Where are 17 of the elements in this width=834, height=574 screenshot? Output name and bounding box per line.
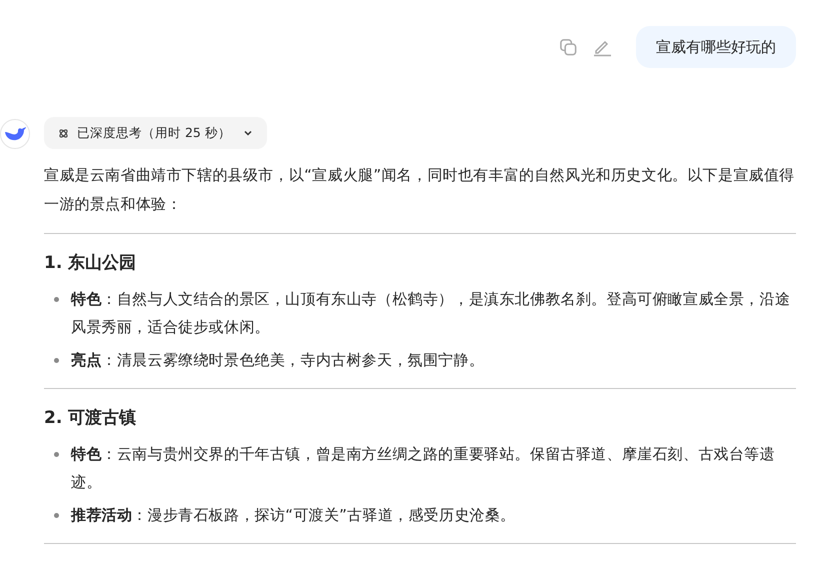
bullet-text: 亮点：清晨云雾缭绕时景色绝美，寺内古树参天，氛围宁静。: [71, 350, 486, 371]
whale-avatar-icon: [0, 119, 30, 149]
bullet-dot: [54, 452, 59, 457]
user-message: 宣威有哪些好玩的: [636, 26, 796, 68]
bullet-dot: [54, 358, 59, 363]
bullet-text: 推荐活动：漫步青石板路，探访“可渡关”古驿道，感受历史沧桑。: [71, 505, 517, 526]
copy-icon[interactable]: [559, 38, 578, 56]
bullet-text: 特色：云南与贵州交界的千年古镇，曾是南方丝绸之路的重要驿站。保留古驿道、摩崖石刻、古戏台等遗迹。: [71, 444, 776, 493]
chevron-down-icon: [242, 128, 253, 138]
bullet-dot: [54, 513, 59, 518]
atom-icon: [58, 128, 69, 138]
section-heading: 2. 可渡古镇: [44, 407, 138, 430]
thinking-toggle[interactable]: 已深度思考（用时 25 秒）: [44, 117, 267, 149]
bullet-text: 特色：自然与人文结合的景区，山顶有东山寺（松鹤寺），是滇东北佛教名刹。登高可俯瞰宣威全景，沿途风景秀丽，适合徒步或休闲。: [71, 289, 792, 338]
bullet-dot: [54, 297, 59, 302]
answer-paragraph: 宣威是云南省曲靖市下辖的县级市，以“宣威火腿”闻名，同时也有丰富的自然风光和历史文化。以下是宣威值得一游的景点和体验：: [44, 165, 796, 215]
section-heading: 1. 东山公园: [44, 252, 138, 275]
